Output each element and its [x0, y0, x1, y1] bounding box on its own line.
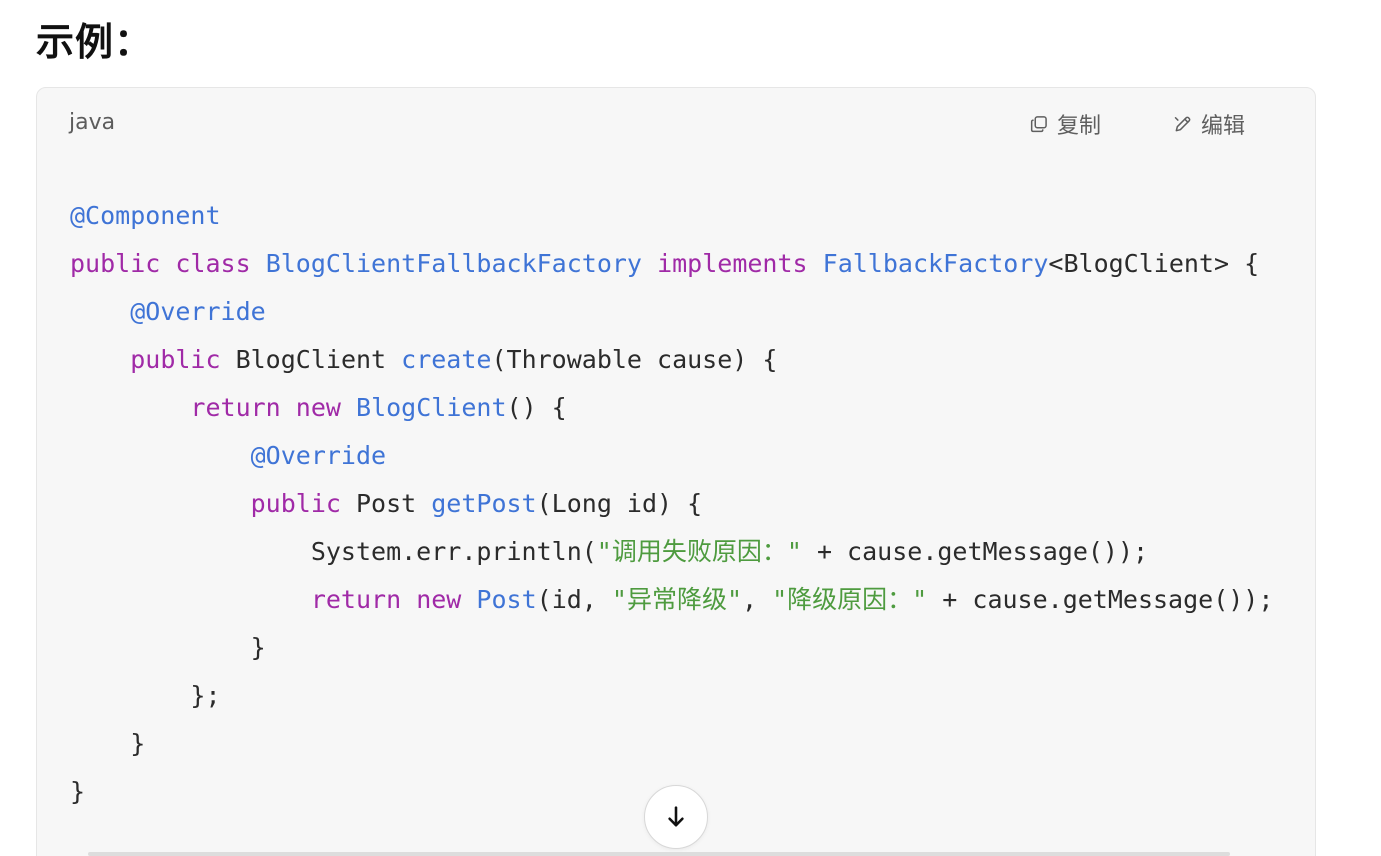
code-token: @Component	[70, 201, 221, 230]
code-token: + cause.getMessage());	[801, 537, 1149, 566]
code-block-header: java 复制 编辑	[37, 88, 1315, 160]
copy-button[interactable]: 复制	[1029, 108, 1101, 140]
code-token: public	[250, 489, 341, 518]
horizontal-scrollbar[interactable]	[88, 852, 1230, 856]
edit-icon	[1173, 114, 1193, 134]
copy-icon	[1029, 114, 1049, 134]
code-line: @Override	[70, 432, 1315, 480]
code-token: new	[295, 393, 341, 422]
code-token: ,	[742, 585, 773, 614]
language-label: java	[69, 110, 116, 135]
code-token: return	[190, 393, 281, 422]
code-token: FallbackFactory	[822, 249, 1049, 278]
section-heading: 示例：	[36, 20, 154, 64]
code-token: System.err.println(	[70, 537, 597, 566]
code-token: "调用失败原因："	[596, 537, 802, 566]
code-token: Post	[340, 489, 432, 518]
code-token: (Throwable cause) {	[491, 345, 778, 374]
edit-label: 编辑	[1201, 114, 1246, 139]
code-line: public Post getPost(Long id) {	[70, 480, 1315, 528]
code-line: System.err.println("调用失败原因：" + cause.get…	[70, 528, 1315, 576]
code-token: @Override	[130, 297, 266, 326]
code-token: implements	[657, 249, 808, 278]
code-line: public class BlogClientFallbackFactory i…	[70, 240, 1315, 288]
code-line: };	[70, 672, 1315, 720]
code-token: };	[70, 681, 221, 710]
code-token: create	[401, 345, 492, 374]
code-line: @Override	[70, 288, 1315, 336]
code-token: new	[416, 585, 462, 614]
code-token: }	[70, 633, 266, 662]
code-token: BlogClient	[220, 345, 402, 374]
code-line: }	[70, 624, 1315, 672]
code-token: "降级原因："	[772, 585, 928, 614]
code-line: }	[70, 720, 1315, 768]
code-token: "异常降级"	[611, 585, 743, 614]
copy-label: 复制	[1057, 114, 1102, 139]
code-token: () {	[506, 393, 567, 422]
code-block: java 复制 编辑 @Component public class BlogC…	[36, 87, 1316, 856]
code-line: @Component	[70, 192, 1315, 240]
code-token: <BlogClient> {	[1048, 249, 1260, 278]
scroll-down-button[interactable]	[644, 785, 708, 849]
edit-button[interactable]: 编辑	[1173, 108, 1245, 140]
code-line: return new Post(id, "异常降级", "降级原因：" + ca…	[70, 576, 1315, 624]
code-token: BlogClient	[356, 393, 507, 422]
code-token: Post	[476, 585, 537, 614]
code-token: + cause.getMessage());	[927, 585, 1274, 614]
code-token: BlogClientFallbackFactory	[265, 249, 642, 278]
code-token: return	[310, 585, 402, 614]
code-content: @Component public class BlogClientFallbac…	[70, 192, 1315, 816]
code-token: (Long id) {	[536, 489, 703, 518]
code-token: (id,	[536, 585, 612, 614]
page: 示例： java 复制 编辑 @Component public class B…	[0, 0, 1381, 856]
code-token: getPost	[431, 489, 537, 518]
code-token: }	[70, 777, 86, 806]
code-token: class	[175, 249, 251, 278]
code-line: return new BlogClient() {	[70, 384, 1315, 432]
code-token: @Override	[250, 441, 387, 470]
code-line: public BlogClient create(Throwable cause…	[70, 336, 1315, 384]
arrow-down-icon	[662, 803, 690, 831]
code-token: public	[130, 345, 221, 374]
code-token: }	[70, 729, 146, 758]
code-token: public	[70, 249, 161, 278]
